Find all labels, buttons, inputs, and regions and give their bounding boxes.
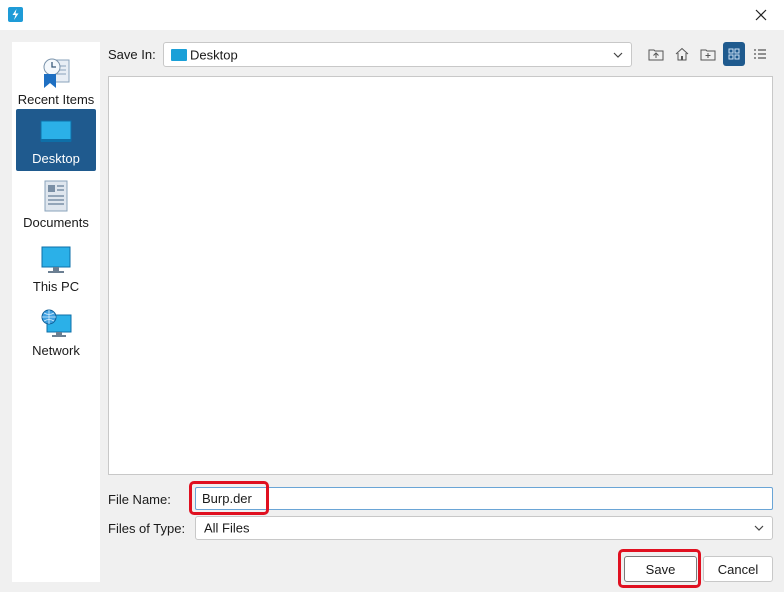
new-folder-button[interactable] <box>697 42 719 66</box>
close-button[interactable] <box>738 0 784 30</box>
app-icon <box>8 7 23 22</box>
file-name-input[interactable] <box>195 487 773 510</box>
close-icon <box>755 9 767 21</box>
chevron-down-icon <box>754 525 764 531</box>
place-documents[interactable]: Documents <box>16 173 96 235</box>
save-in-value: Desktop <box>190 47 238 62</box>
file-list[interactable] <box>108 76 773 475</box>
up-folder-icon <box>648 49 664 61</box>
place-desktop[interactable]: Desktop <box>16 109 96 171</box>
place-label: Network <box>32 343 80 358</box>
place-label: This PC <box>32 279 80 294</box>
place-label: Documents <box>23 215 89 230</box>
home-button[interactable] <box>671 42 693 66</box>
file-name-label: File Name: <box>108 492 171 507</box>
recent-items-icon <box>39 56 73 90</box>
home-icon <box>675 47 689 61</box>
save-button[interactable]: Save <box>624 556 697 582</box>
desktop-icon <box>39 115 73 149</box>
file-type-combo[interactable]: All Files <box>195 516 773 540</box>
documents-icon <box>39 179 73 213</box>
details-view-icon <box>754 49 766 59</box>
this-pc-icon <box>39 243 73 277</box>
new-folder-icon <box>700 49 716 61</box>
dialog-body: Recent Items Desktop Documents This PC N… <box>0 30 784 592</box>
place-network[interactable]: Network <box>16 301 96 363</box>
cancel-button[interactable]: Cancel <box>703 556 773 582</box>
list-view-button[interactable] <box>723 42 745 66</box>
desktop-folder-icon <box>171 49 187 61</box>
details-view-button[interactable] <box>749 42 771 66</box>
chevron-down-icon <box>613 52 623 58</box>
place-label: Desktop <box>32 151 80 166</box>
save-in-label: Save In: <box>108 47 156 62</box>
file-type-label: Files of Type: <box>108 521 186 536</box>
place-label: Recent Items <box>17 92 95 107</box>
places-bar: Recent Items Desktop Documents This PC N… <box>12 42 100 582</box>
place-recent-items[interactable]: Recent Items <box>16 50 96 112</box>
title-bar <box>0 0 784 30</box>
file-type-value: All Files <box>204 520 250 536</box>
network-icon <box>39 307 73 341</box>
save-in-combo[interactable]: Desktop <box>163 42 632 67</box>
place-this-pc[interactable]: This PC <box>16 237 96 299</box>
up-folder-button[interactable] <box>645 42 667 66</box>
list-view-icon <box>728 48 740 60</box>
